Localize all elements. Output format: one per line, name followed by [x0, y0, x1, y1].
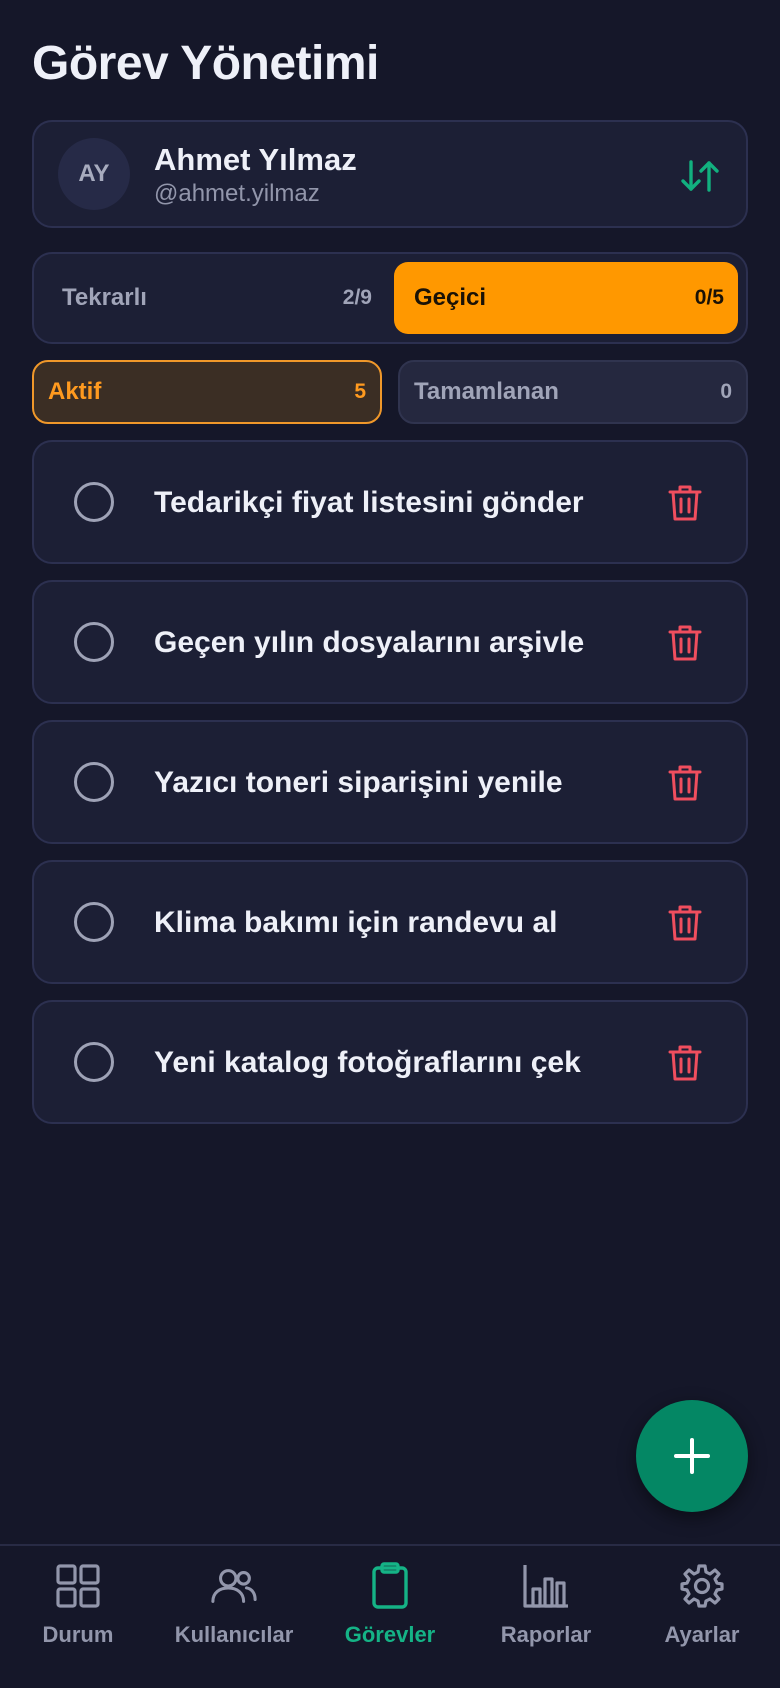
- task-item: Klima bakımı için randevu al: [32, 860, 748, 984]
- task-text: Tedarikçi fiyat listesini gönder: [154, 486, 584, 519]
- tab-count: 0: [720, 380, 732, 403]
- user-name: Ahmet Yılmaz: [154, 142, 357, 177]
- task-item: Geçen yılın dosyalarını arşivle: [32, 580, 748, 704]
- add-task-button[interactable]: [636, 1400, 748, 1512]
- task-checkbox[interactable]: [74, 1042, 114, 1082]
- nav-item-gorevler[interactable]: Görevler: [312, 1562, 468, 1662]
- task-item: Tedarikçi fiyat listesini gönder: [32, 440, 748, 564]
- task-manager-screen: Görev Yönetimi AY Ahmet Yılmaz @ahmet.yi…: [0, 0, 780, 1688]
- task-text: Geçen yılın dosyalarını arşivle: [154, 626, 585, 659]
- avatar: AY: [58, 138, 130, 210]
- user-handle: @ahmet.yilmaz: [154, 180, 320, 207]
- task-checkbox[interactable]: [74, 902, 114, 942]
- nav-item-label: Görevler: [344, 1622, 436, 1647]
- tab-count: 5: [354, 380, 366, 403]
- task-item: Yazıcı toneri siparişini yenile: [32, 720, 748, 844]
- tab-completed[interactable]: Tamamlanan 0: [398, 360, 748, 424]
- task-item: Yeni katalog fotoğraflarını çek: [32, 1000, 748, 1124]
- nav-item-ayarlar[interactable]: Ayarlar: [624, 1562, 780, 1662]
- page-title: Görev Yönetimi: [32, 37, 379, 90]
- tab-active[interactable]: Aktif 5: [32, 360, 382, 424]
- trash-icon[interactable]: [668, 904, 702, 942]
- task-checkbox[interactable]: [74, 482, 114, 522]
- type-option-recurring[interactable]: Tekrarlı 2/9: [42, 262, 386, 334]
- task-text: Yazıcı toneri siparişini yenile: [154, 766, 563, 799]
- tab-label: Aktif: [48, 378, 102, 405]
- nav-item-label: Kullanıcılar: [174, 1622, 294, 1647]
- task-type-toggle: Tekrarlı 2/9 Geçici 0/5: [32, 252, 748, 344]
- bar-chart-icon: [523, 1565, 568, 1608]
- bottom-nav: Durum Kullanıcılar Görevler Raporlar Aya…: [0, 1544, 780, 1688]
- type-option-count: 2/9: [342, 286, 372, 309]
- nav-item-label: Ayarlar: [664, 1622, 740, 1647]
- type-option-count: 0/5: [694, 286, 724, 309]
- task-checkbox[interactable]: [74, 622, 114, 662]
- trash-icon[interactable]: [668, 484, 702, 522]
- trash-icon[interactable]: [668, 1044, 702, 1082]
- task-text: Klima bakımı için randevu al: [154, 906, 558, 939]
- nav-item-kullanicilar[interactable]: Kullanıcılar: [156, 1562, 312, 1662]
- type-option-label: Geçici: [414, 284, 487, 311]
- nav-item-label: Durum: [42, 1622, 114, 1647]
- tab-label: Tamamlanan: [414, 378, 559, 405]
- trash-icon[interactable]: [668, 624, 702, 662]
- sort-button[interactable]: [678, 154, 722, 198]
- type-option-temporary[interactable]: Geçici 0/5: [394, 262, 738, 334]
- nav-item-raporlar[interactable]: Raporlar: [468, 1562, 624, 1662]
- clipboard-icon: [372, 1562, 408, 1609]
- user-card: AY Ahmet Yılmaz @ahmet.yilmaz: [32, 120, 748, 228]
- nav-item-label: Raporlar: [500, 1622, 592, 1647]
- plus-icon: [674, 1438, 710, 1474]
- nav-item-durum[interactable]: Durum: [0, 1562, 156, 1662]
- task-checkbox[interactable]: [74, 762, 114, 802]
- gear-icon: [680, 1564, 724, 1608]
- type-option-label: Tekrarlı: [62, 284, 147, 311]
- task-text: Yeni katalog fotoğraflarını çek: [154, 1046, 581, 1079]
- grid-icon: [56, 1564, 100, 1608]
- users-icon: [211, 1569, 257, 1603]
- trash-icon[interactable]: [668, 764, 702, 802]
- sort-arrows-icon: [681, 160, 719, 192]
